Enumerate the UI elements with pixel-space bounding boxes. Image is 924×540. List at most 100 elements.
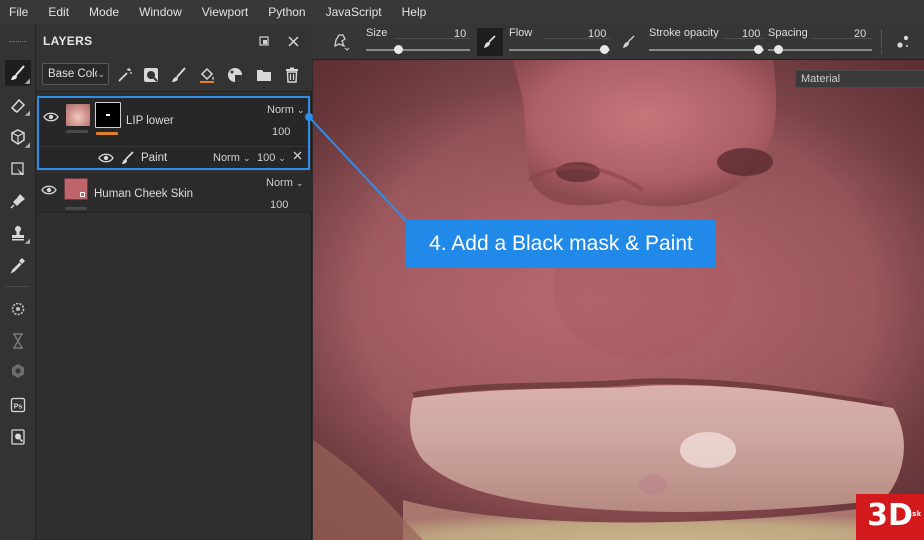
- eraser-icon[interactable]: ◢: [5, 92, 31, 118]
- stroke-opacity-slider-knob[interactable]: [754, 45, 763, 54]
- blend-value: Norm: [266, 177, 293, 189]
- flow-slider-knob[interactable]: [600, 45, 609, 54]
- layer-row-lip-lower[interactable]: LIP lower Norm ⌄ 100 Paint Norm ⌄ 100 ⌄: [37, 96, 310, 170]
- effects-icon[interactable]: [224, 64, 246, 86]
- channel-select-value: Base Colc: [48, 68, 101, 80]
- layer-name: LIP lower: [126, 115, 174, 127]
- layer-blend-mode[interactable]: Norm ⌄: [267, 104, 305, 116]
- cube-icon[interactable]: ◢: [5, 124, 31, 150]
- options-separator: [881, 30, 882, 54]
- magnifier-icon[interactable]: [5, 424, 31, 450]
- face-render: [313, 60, 924, 540]
- sublayer-blend-mode[interactable]: Norm ⌄: [213, 152, 251, 164]
- folder-icon[interactable]: [253, 64, 275, 86]
- eye-icon[interactable]: [97, 151, 115, 165]
- tutorial-callout: 4. Add a Black mask & Paint: [406, 220, 716, 268]
- brush-icon: [119, 151, 137, 165]
- toolbar-separator: [6, 286, 30, 287]
- flow-slider[interactable]: [509, 49, 610, 51]
- paint-layer-icon[interactable]: [168, 64, 190, 86]
- opacity-value: 100: [257, 152, 276, 164]
- channel-select[interactable]: Base Colc ⌄: [42, 63, 109, 85]
- chevron-down-icon: ⌄: [242, 153, 251, 163]
- layer-thumbnail: [64, 178, 88, 200]
- menu-help[interactable]: Help: [393, 0, 438, 24]
- layer-opacity[interactable]: 100: [270, 199, 288, 211]
- remove-sublayer-icon[interactable]: [293, 151, 302, 163]
- photoshop-icon[interactable]: Ps: [5, 392, 31, 418]
- menu-python[interactable]: Python: [259, 0, 316, 24]
- size-field-underline: [394, 38, 470, 39]
- hourglass-icon[interactable]: [5, 328, 31, 354]
- layers-toolbar: Base Colc ⌄: [36, 58, 312, 92]
- menu-mode[interactable]: Mode: [80, 0, 130, 24]
- chevron-down-icon: ⌄: [295, 178, 304, 188]
- panel-title: LAYERS: [43, 34, 93, 48]
- size-slider[interactable]: [366, 49, 470, 51]
- svg-text:Ps: Ps: [14, 404, 23, 411]
- pressure-flow-icon[interactable]: [618, 31, 640, 53]
- size-slider-knob[interactable]: [394, 45, 403, 54]
- close-icon[interactable]: [284, 32, 302, 50]
- pressure-size-icon[interactable]: [477, 28, 503, 56]
- pin-icon[interactable]: [5, 188, 31, 214]
- layers-panel: LAYERS Base Colc ⌄ LIP lower Norm ⌄ 100 …: [36, 24, 312, 540]
- menu-window[interactable]: Window: [130, 0, 193, 24]
- mask-underline: [96, 132, 118, 135]
- chevron-down-icon: ⌄: [278, 153, 286, 163]
- eyedropper-icon[interactable]: [5, 252, 31, 278]
- menu-file[interactable]: File: [0, 0, 39, 24]
- layers-header: LAYERS: [36, 24, 312, 58]
- layer-thumbnail: [66, 104, 90, 126]
- select-icon[interactable]: [5, 156, 31, 182]
- flow-label: Flow: [509, 27, 533, 39]
- mask-thumbnail[interactable]: [95, 102, 121, 128]
- thumbnail-underline: [65, 207, 87, 210]
- chevron-down-icon: ⌄: [296, 105, 305, 115]
- material-label[interactable]: Material: [795, 70, 924, 88]
- hexagon-icon[interactable]: [5, 358, 31, 384]
- viewport-canvas[interactable]: Material: [313, 60, 924, 540]
- stroke-opacity-field-underline: [724, 38, 764, 39]
- undock-icon[interactable]: [255, 32, 273, 50]
- menu-javascript[interactable]: JavaScript: [317, 0, 393, 24]
- spacing-slider-knob[interactable]: [774, 45, 783, 54]
- mask-icon[interactable]: [140, 64, 162, 86]
- sublayer-name: Paint: [141, 152, 168, 164]
- scatter-icon[interactable]: [892, 31, 914, 53]
- size-label: Size: [366, 27, 388, 39]
- menu-bar: File Edit Mode Window Viewport Python Ja…: [0, 0, 924, 24]
- brush-icon[interactable]: ◢: [5, 60, 31, 86]
- stamp-icon[interactable]: ◢: [5, 220, 31, 246]
- sublayer-row-paint[interactable]: Paint Norm ⌄ 100 ⌄: [39, 146, 308, 168]
- blend-value: Norm: [213, 152, 240, 164]
- layer-opacity[interactable]: 100: [272, 126, 290, 138]
- flow-field-underline: [544, 38, 610, 39]
- tool-bar: ◢ ◢ ◢ ◢ Ps: [0, 24, 36, 540]
- layer-blend-mode[interactable]: Norm ⌄: [266, 177, 304, 189]
- gear-icon[interactable]: [5, 296, 31, 322]
- stroke-opacity-slider[interactable]: [649, 49, 764, 51]
- magic-wand-icon[interactable]: [114, 64, 136, 86]
- eye-icon[interactable]: [40, 183, 58, 197]
- chevron-down-icon: ⌄: [97, 64, 105, 84]
- options-bar: Size 10 Flow 100 Stroke opacity 100 Spac…: [312, 24, 924, 60]
- thumbnail-underline: [66, 130, 88, 133]
- menu-viewport[interactable]: Viewport: [193, 0, 259, 24]
- spacing-slider[interactable]: [768, 49, 872, 51]
- brand-logo: 3D .sk: [856, 494, 924, 540]
- menu-edit[interactable]: Edit: [39, 0, 80, 24]
- trash-icon[interactable]: [281, 64, 303, 86]
- toolbar-grip[interactable]: [9, 41, 27, 43]
- layer-name: Human Cheek Skin: [94, 188, 194, 200]
- brush-preset-icon[interactable]: [328, 31, 354, 53]
- logo-text: 3D: [867, 498, 913, 533]
- fill-layer-icon[interactable]: [196, 64, 218, 86]
- sublayer-opacity[interactable]: 100 ⌄: [257, 152, 286, 164]
- spacing-field-underline: [812, 38, 872, 39]
- layer-row-human-cheek-skin[interactable]: Human Cheek Skin Norm ⌄ 100: [36, 173, 312, 213]
- spacing-label: Spacing: [768, 27, 808, 39]
- blend-value: Norm: [267, 104, 294, 116]
- eye-icon[interactable]: [42, 110, 60, 124]
- stroke-opacity-label: Stroke opacity: [649, 27, 719, 39]
